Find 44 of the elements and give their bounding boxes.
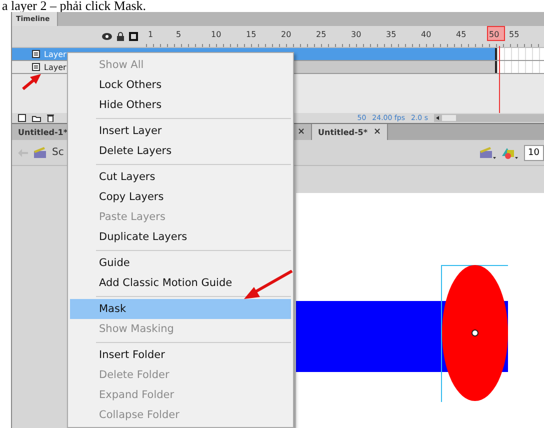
shapes-icon[interactable] <box>502 146 518 158</box>
menu-item[interactable]: Lock Others <box>70 75 291 95</box>
menu-item[interactable]: Hide Others <box>70 95 291 115</box>
layer-icon <box>32 50 40 58</box>
annotation-arrow <box>22 73 42 90</box>
zoom-field[interactable]: 10 <box>524 144 544 160</box>
menu-item[interactable]: Guide <box>70 253 291 273</box>
frame-number: 35 <box>386 29 398 40</box>
menu-item[interactable]: Copy Layers <box>70 187 291 207</box>
new-layer-icon[interactable] <box>18 114 26 122</box>
eye-icon[interactable] <box>102 33 112 40</box>
menu-item[interactable]: Insert Layer <box>70 121 291 141</box>
menu-item[interactable]: Cut Layers <box>70 167 291 187</box>
frame-grid <box>497 48 544 60</box>
caption-text: a layer 2 – phải click Mask. <box>1 0 148 12</box>
frame-number: 15 <box>246 29 258 40</box>
menu-item[interactable]: Mask <box>70 299 291 319</box>
annotation-arrow <box>243 270 293 300</box>
menu-item[interactable]: Duplicate Layers <box>70 227 291 247</box>
frame-number: 20 <box>281 29 292 40</box>
frame-number: 1 <box>148 29 154 40</box>
playhead-line <box>499 46 500 113</box>
frame-number: 25 <box>316 29 328 40</box>
document-tab[interactable]: Untitled-5* × <box>312 124 388 140</box>
frame-number: 40 <box>421 29 432 40</box>
trash-icon[interactable] <box>47 114 54 122</box>
close-icon[interactable]: × <box>374 127 382 137</box>
close-icon[interactable]: × <box>297 127 305 137</box>
frame-number: 10 <box>211 29 222 40</box>
clapper-icon[interactable] <box>34 147 46 158</box>
playhead[interactable]: 50 <box>487 26 505 41</box>
menu-item[interactable]: Delete Layers <box>70 141 291 161</box>
clapper-icon[interactable] <box>480 146 496 158</box>
lock-icon[interactable] <box>117 32 124 41</box>
scene-label: Sc <box>52 147 64 158</box>
frame-number: 5 <box>176 29 182 40</box>
frame-number: 45 <box>456 29 468 40</box>
frame-grid <box>497 61 544 73</box>
layer-icon <box>32 63 40 71</box>
menu-item[interactable]: Add Classic Motion Guide <box>70 273 291 293</box>
outline-icon[interactable] <box>129 32 138 41</box>
frame-number: 30 <box>351 29 362 40</box>
menu-item[interactable]: Insert Folder <box>70 345 291 365</box>
frame-number: 55 <box>509 29 520 40</box>
